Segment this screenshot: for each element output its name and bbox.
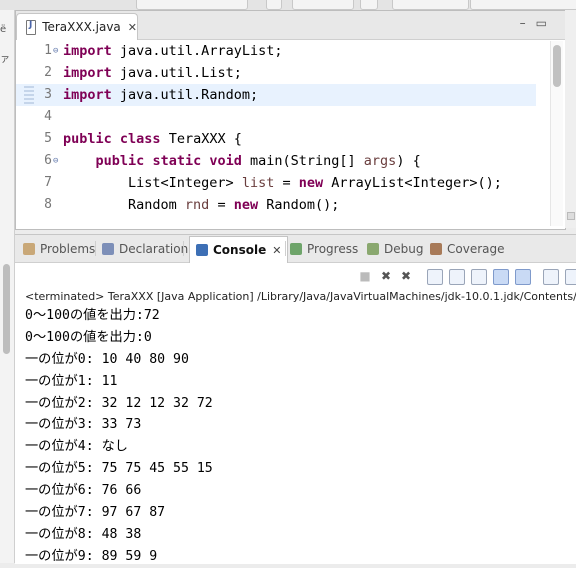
tab-separator [95,241,96,256]
code-line[interactable]: 5 public class TeraXXX { [16,128,536,150]
editor-tab-teraxxx[interactable]: TeraXXX.java ✕ [16,13,138,40]
code-line[interactable]: 8 Random rnd = new Random(); [16,194,536,216]
code-text: import java.util.Random; [63,87,259,103]
console-line: 0〜100の値を出力:72 [25,308,160,323]
right-side-panel [565,10,576,228]
line-number: 6 [44,153,52,168]
terminate-icon[interactable]: ■ [358,269,372,283]
console-line: 一の位が6: 76 66 [25,483,142,499]
code-line[interactable]: 2 import java.util.List; [16,62,536,84]
tab-debug[interactable]: Debug [367,235,423,262]
show-on-stderr-icon[interactable] [515,269,531,285]
tab-label: Declaration [119,241,189,256]
close-icon[interactable]: ✕ [272,244,281,257]
code-text: Random rnd = new Random(); [63,197,340,213]
tab-label: Coverage [447,241,505,256]
maximize-icon[interactable]: ▭ [536,16,557,30]
java-file-icon [26,19,37,35]
console-line: 一の位が7: 97 67 87 [25,505,166,521]
debug-icon [367,242,379,255]
code-line[interactable]: 4 [16,106,536,128]
show-on-stdout-icon[interactable] [493,269,509,285]
line-number: 8 [44,197,52,212]
tab-label: Console [213,243,267,257]
editor-window-controls: –▭ [520,16,557,30]
perspective-extension[interactable] [470,0,576,10]
editor-scrollbar-thumb[interactable] [553,45,561,87]
pin-console-icon[interactable] [543,269,559,285]
clear-console-icon[interactable] [427,269,443,285]
fold-toggle-icon[interactable]: ⊖ [53,40,58,62]
tab-label: Debug [384,241,424,256]
tab-separator [183,241,184,256]
console-line: 一の位が8: 48 38 [25,526,142,542]
remove-launch-icon[interactable]: ✖ [379,269,393,283]
code-text: import java.util.List; [63,65,242,81]
left-marker: ë [0,24,7,35]
tab-coverage[interactable]: Coverage [430,235,505,262]
code-line[interactable]: 7 List<Integer> list = new ArrayList<Int… [16,172,536,194]
code-line[interactable]: 3 import java.util.Random; [16,84,536,106]
console-line: 一の位が2: 32 12 12 32 72 [25,395,213,411]
word-wrap-icon[interactable] [471,269,487,285]
console-line: 一の位が4: なし [25,439,128,455]
perspective-java-ee[interactable] [292,0,354,10]
scroll-lock-icon[interactable] [449,269,465,285]
code-line[interactable]: 1 ⊖ import java.util.ArrayList; [16,40,536,62]
left-marker: ァ [0,54,10,65]
console-line: 一の位が0: 10 40 80 90 [25,351,189,367]
console-view: Problems Declaration Console ✕ Progress Debug… [15,234,576,564]
console-status: <terminated> TeraXXX [Java Application] … [25,290,576,303]
code-text: List<Integer> list = new ArrayList<Integ… [63,175,502,191]
tab-progress[interactable]: Progress [290,235,358,262]
line-number: 1 [44,43,52,58]
console-line: 一の位が3: 33 73 [25,417,142,433]
console-output[interactable]: 0〜100の値を出力:72 0〜100の値を出力:0 一の位が0: 10 40 80… [15,305,576,568]
problems-icon [23,242,35,255]
code-line[interactable]: 6 ⊖ public static void main(String[] args… [16,150,536,172]
tab-declaration[interactable]: Declaration [102,235,188,262]
fold-toggle-icon[interactable]: ⊖ [53,150,58,172]
open-perspective-button[interactable] [266,0,282,10]
console-line: 一の位が5: 75 75 45 55 15 [25,461,213,477]
resize-grip[interactable] [567,212,575,220]
line-number: 7 [44,175,52,190]
declaration-icon [102,242,114,255]
left-side-panel: ë ァ [0,10,15,563]
line-number: 4 [44,109,52,124]
progress-icon [290,242,302,255]
console-toolbar: ■ ✖ ✖ [15,263,576,289]
code-area[interactable]: 1 ⊖ import java.util.ArrayList; 2 import jav… [16,40,536,228]
left-scrollbar[interactable] [3,264,10,354]
tab-separator [285,241,286,256]
coverage-icon [430,242,442,255]
line-number: 2 [44,65,52,80]
code-text: public class TeraXXX { [63,131,242,147]
quick-access-field[interactable] [136,0,248,10]
perspective-icon[interactable] [360,0,378,10]
tab-console[interactable]: Console ✕ [189,236,289,263]
line-number: 5 [44,131,52,146]
close-icon[interactable]: ✕ [128,21,137,34]
tab-label: Problems [40,241,96,256]
console-icon [196,244,208,256]
console-line: 0〜100の値を出力:0 [25,329,152,345]
java-editor: TeraXXX.java ✕ –▭ 1⊖import java.util.Arr… [15,10,566,230]
display-console-icon[interactable] [565,269,576,285]
perspective-modeling[interactable] [392,0,469,10]
view-tabbar: Problems Declaration Console ✕ Progress Debug… [15,235,576,263]
console-line: 一の位が9: 89 59 9 [25,548,158,564]
code-text: import java.util.ArrayList; [63,43,283,59]
editor-tab-label: TeraXXX.java [42,20,121,34]
code-text: public static void main(String[] args) { [95,153,421,169]
remove-all-launches-icon[interactable]: ✖ [399,269,413,283]
tab-problems[interactable]: Problems [23,235,95,262]
console-line: 一の位が1: 11 [25,373,118,389]
main-toolbar-fragment [0,0,576,10]
editor-tabbar: TeraXXX.java ✕ –▭ [16,11,565,40]
line-number: 3 [44,87,52,102]
tab-label: Progress [307,241,359,256]
minimize-icon[interactable]: – [520,16,536,30]
